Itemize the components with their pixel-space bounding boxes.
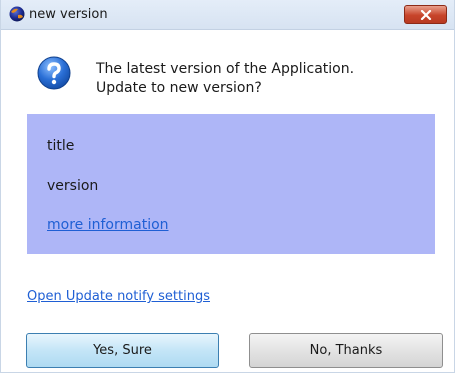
window-title: new version (29, 7, 108, 22)
dialog-window: new version The latest version of the Ap… (0, 0, 455, 373)
close-icon (420, 5, 432, 24)
more-information-link[interactable]: more information (47, 217, 169, 233)
update-message: The latest version of the Application. U… (96, 60, 354, 98)
message-line-1: The latest version of the Application. (96, 61, 355, 77)
message-line-2: Update to new version? (96, 80, 262, 96)
title-bar[interactable]: new version (1, 0, 454, 30)
version-info-panel: title version more information (27, 114, 435, 254)
close-button[interactable] (404, 5, 447, 24)
info-title: title (47, 138, 75, 154)
yes-sure-button[interactable]: Yes, Sure (26, 333, 219, 368)
open-update-notify-settings-link[interactable]: Open Update notify settings (27, 289, 210, 304)
app-globe-icon (9, 6, 25, 22)
question-icon (37, 56, 71, 90)
no-thanks-button[interactable]: No, Thanks (249, 333, 443, 368)
info-version: version (47, 178, 99, 194)
